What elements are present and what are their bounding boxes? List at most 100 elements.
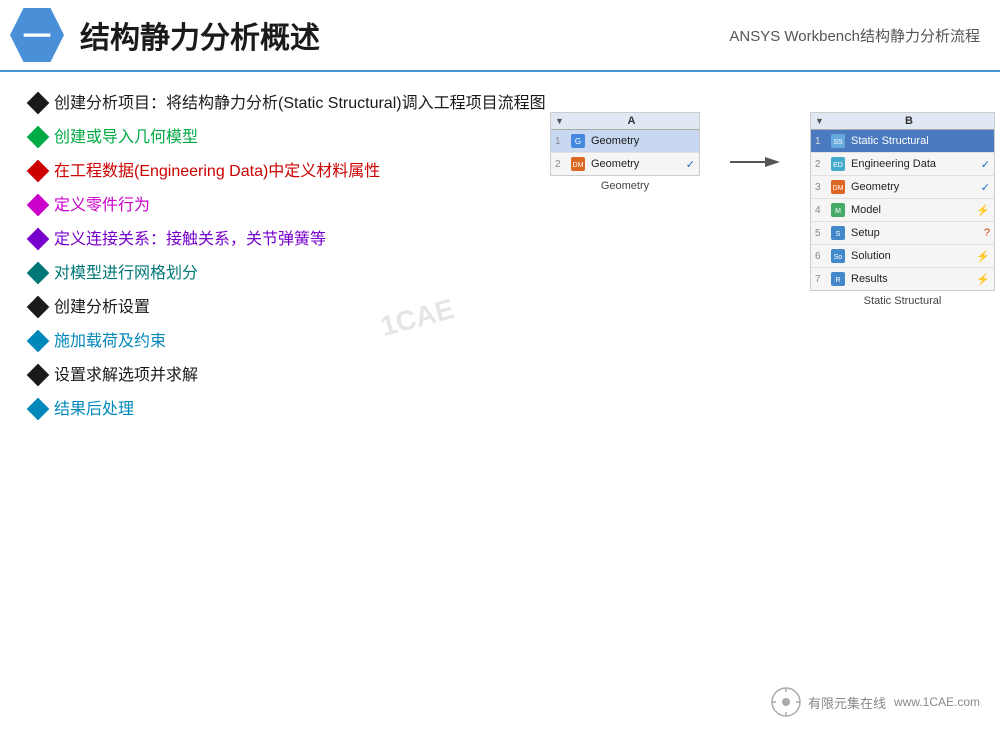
connection-arrow bbox=[730, 152, 780, 172]
dm-icon: DM bbox=[829, 178, 847, 196]
list-item: 结果后处理 bbox=[30, 398, 550, 422]
page-footer: 有限元集在线 www.1CAE.com bbox=[770, 686, 980, 718]
bullet-text: 创建或导入几何模型 bbox=[54, 126, 550, 150]
row-status: ⚡ bbox=[976, 204, 990, 217]
row-status: ⚡ bbox=[976, 250, 990, 263]
list-item: 施加载荷及约束 bbox=[30, 330, 550, 354]
block-a-header: A bbox=[568, 115, 695, 127]
row-label: Results bbox=[851, 273, 972, 285]
bullet-diamond bbox=[27, 160, 50, 183]
wb-block-a: ▼ A 1 G Geometry bbox=[550, 112, 700, 176]
wb-row: 6 So Solution ⚡ bbox=[811, 245, 994, 268]
bullet-diamond bbox=[27, 296, 50, 319]
row-num: 3 bbox=[815, 182, 829, 193]
svg-text:G: G bbox=[575, 137, 581, 146]
row-label: Engineering Data bbox=[851, 158, 977, 170]
page-header: 一 结构静力分析概述 ANSYS Workbench结构静力分析流程 bbox=[0, 0, 1000, 72]
page-title: 结构静力分析概述 bbox=[80, 13, 729, 57]
svg-text:M: M bbox=[835, 208, 841, 215]
solution-icon: So bbox=[829, 247, 847, 265]
list-item: 创建分析项目：将结构静力分析(Static Structural)调入工程项目流… bbox=[30, 92, 550, 116]
bullet-diamond bbox=[27, 262, 50, 285]
wb-row: 5 S Setup ? bbox=[811, 222, 994, 245]
brand-icon bbox=[770, 686, 802, 718]
bullet-text: 对模型进行网格划分 bbox=[54, 262, 550, 286]
bullet-text: 定义零件行为 bbox=[54, 194, 550, 218]
row-num: 7 bbox=[815, 274, 829, 285]
page-subtitle: ANSYS Workbench结构静力分析流程 bbox=[729, 25, 980, 46]
setup-icon: S bbox=[829, 224, 847, 242]
row-num: 6 bbox=[815, 251, 829, 262]
row-status: ✓ bbox=[686, 158, 695, 171]
bullet-diamond bbox=[27, 364, 50, 387]
footer-logo: 有限元集在线 bbox=[770, 686, 886, 718]
wb-row: 4 M Model ⚡ bbox=[811, 199, 994, 222]
wb-block-b: ▼ B 1 SS Static Structural bbox=[810, 112, 995, 291]
structural-icon: SS bbox=[829, 132, 847, 150]
row-status: ? bbox=[984, 227, 990, 239]
row-label: Setup bbox=[851, 227, 980, 239]
bullet-diamond bbox=[27, 92, 50, 115]
wb-block-structural: ▼ B 1 SS Static Structural bbox=[810, 112, 995, 307]
row-label: Geometry bbox=[851, 181, 977, 193]
results-icon: R bbox=[829, 270, 847, 288]
model-icon: M bbox=[829, 201, 847, 219]
bullet-diamond bbox=[27, 194, 50, 217]
svg-text:S: S bbox=[836, 231, 841, 238]
block-b-caption: Static Structural bbox=[810, 295, 995, 307]
bullet-text: 施加载荷及约束 bbox=[54, 330, 550, 354]
section-number: 一 bbox=[23, 15, 51, 55]
list-item: 定义零件行为 bbox=[30, 194, 550, 218]
list-item: 定义连接关系：接触关系，关节弹簧等 bbox=[30, 228, 550, 252]
main-content: 创建分析项目：将结构静力分析(Static Structural)调入工程项目流… bbox=[0, 72, 1000, 442]
row-label: Model bbox=[851, 204, 972, 216]
svg-text:DM: DM bbox=[833, 185, 844, 192]
row-label: Geometry bbox=[591, 135, 695, 147]
wb-block-geometry: ▼ A 1 G Geometry bbox=[550, 112, 700, 192]
svg-text:R: R bbox=[835, 277, 840, 284]
row-status: ⚡ bbox=[976, 273, 990, 286]
block-b-header: B bbox=[828, 115, 990, 127]
list-item: 创建或导入几何模型 bbox=[30, 126, 550, 150]
svg-text:So: So bbox=[834, 254, 843, 261]
row-num: 2 bbox=[815, 159, 829, 170]
geo-icon: G bbox=[569, 132, 587, 150]
bullet-diamond bbox=[27, 126, 50, 149]
bullet-text: 结果后处理 bbox=[54, 398, 550, 422]
row-status: ✓ bbox=[981, 158, 990, 171]
row-status: ✓ bbox=[981, 181, 990, 194]
svg-text:DM: DM bbox=[573, 162, 584, 169]
row-label: Solution bbox=[851, 250, 972, 262]
section-icon: 一 bbox=[10, 8, 64, 62]
bullet-text: 设置求解选项并求解 bbox=[54, 364, 550, 388]
list-item: 对模型进行网格划分 bbox=[30, 262, 550, 286]
bullet-diamond bbox=[27, 330, 50, 353]
bullet-text: 定义连接关系：接触关系，关节弹簧等 bbox=[54, 228, 550, 252]
wb-row: 7 R Results ⚡ bbox=[811, 268, 994, 290]
row-num: 5 bbox=[815, 228, 829, 239]
wb-row: 1 G Geometry bbox=[551, 130, 699, 153]
bullet-text: 创建分析设置 bbox=[54, 296, 550, 320]
row-num: 4 bbox=[815, 205, 829, 216]
row-label: Static Structural bbox=[851, 135, 990, 147]
wb-row: 1 SS Static Structural bbox=[811, 130, 994, 153]
row-num: 1 bbox=[815, 136, 829, 147]
list-item: 在工程数据(Engineering Data)中定义材料属性 bbox=[30, 160, 550, 184]
engdata-icon: ED bbox=[829, 155, 847, 173]
block-a-caption: Geometry bbox=[550, 180, 700, 192]
svg-text:SS: SS bbox=[833, 139, 843, 146]
wb-row: 2 ED Engineering Data ✓ bbox=[811, 153, 994, 176]
footer-url: www.1CAE.com bbox=[894, 695, 980, 709]
bullet-diamond bbox=[27, 398, 50, 421]
wb-blocks-container: ▼ A 1 G Geometry bbox=[550, 112, 980, 307]
wb-row: 2 DM Geometry ✓ bbox=[551, 153, 699, 175]
wb-row: 3 DM Geometry ✓ bbox=[811, 176, 994, 199]
row-num: 1 bbox=[555, 136, 569, 147]
bullet-text: 创建分析项目：将结构静力分析(Static Structural)调入工程项目流… bbox=[54, 92, 550, 116]
dm-icon: DM bbox=[569, 155, 587, 173]
list-item: 创建分析设置 bbox=[30, 296, 550, 320]
list-item: 设置求解选项并求解 bbox=[30, 364, 550, 388]
bullets-list: 创建分析项目：将结构静力分析(Static Structural)调入工程项目流… bbox=[30, 92, 550, 422]
row-num: 2 bbox=[555, 159, 569, 170]
svg-text:ED: ED bbox=[833, 162, 843, 169]
